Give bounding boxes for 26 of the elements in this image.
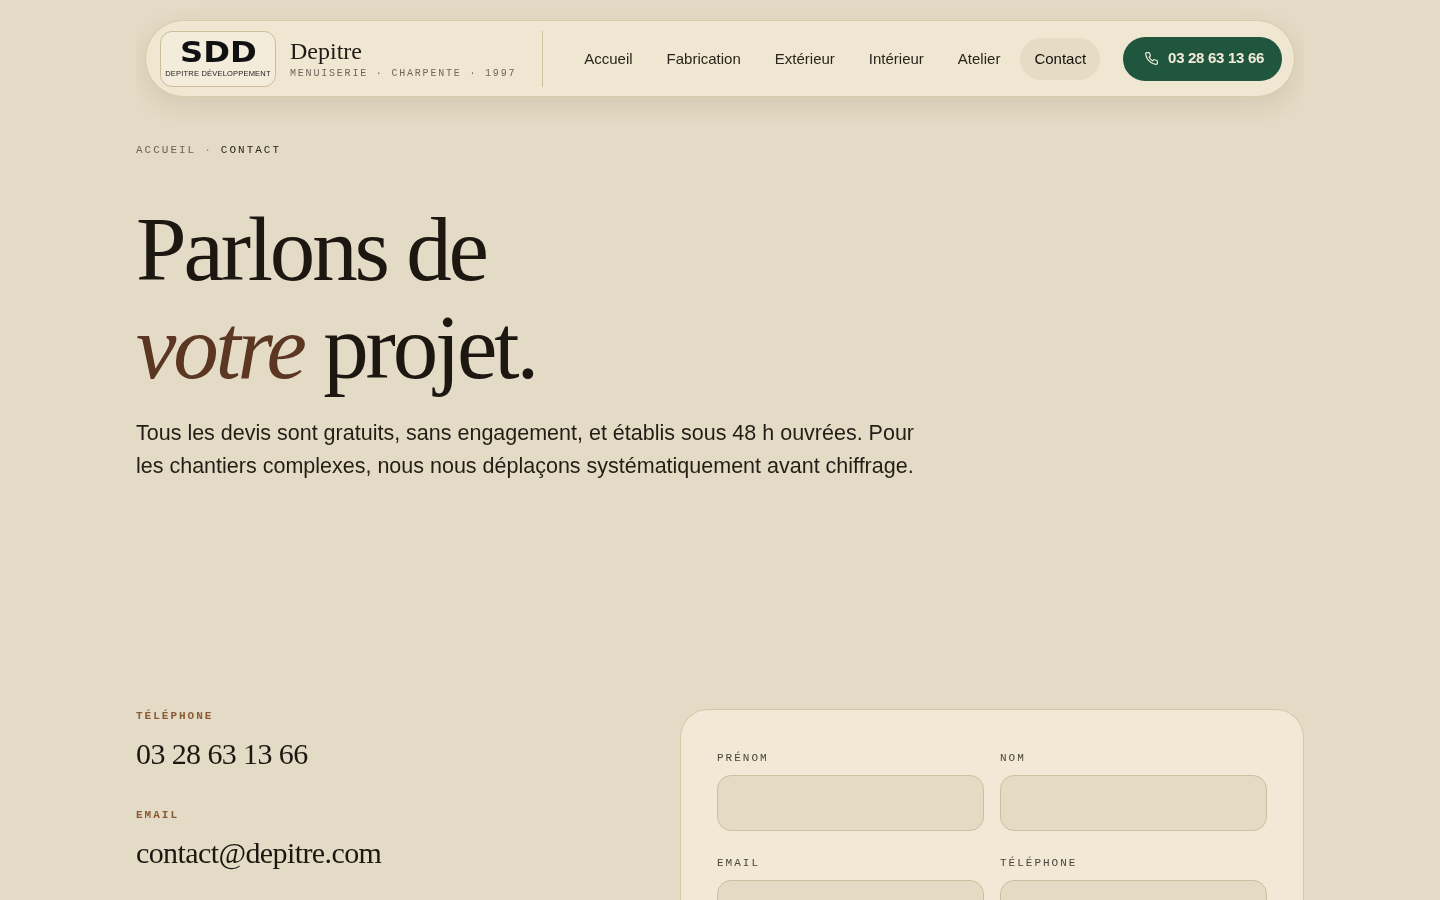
nav-link[interactable]: Fabrication: [652, 37, 755, 80]
contact-label: TÉLÉPHONE: [136, 709, 214, 723]
intro-text: Tous les devis sont gratuits, sans engagement, et établis sous 48 h ouvrées. Pour les chantiers complexes, nous nous déplaçons systématiquement avant chiffrage.: [136, 420, 916, 480]
nav-link[interactable]: Accueil: [570, 37, 647, 80]
logo-wordmark: SDD: [179, 39, 257, 68]
phone-icon: [1145, 52, 1159, 65]
breadcrumb-link[interactable]: ACCUEIL: [136, 143, 197, 157]
breadcrumb-current: CONTACT: [220, 143, 282, 157]
field-label: NOM: [1000, 751, 1026, 765]
nav-link[interactable]: Contact: [1020, 37, 1101, 80]
breadcrumb-separator: ·: [204, 143, 213, 157]
contact-value[interactable]: 03 28 63 13 66: [136, 736, 308, 772]
page-heading: Parlons de votre projet.: [136, 201, 536, 397]
brand-name: Depitre: [290, 38, 362, 63]
contact-label: EMAIL: [136, 808, 179, 822]
nav-link[interactable]: Atelier: [943, 37, 1015, 80]
field-label: TÉLÉPHONE: [1000, 856, 1078, 870]
nav-link[interactable]: Extérieur: [760, 37, 849, 80]
contact-value[interactable]: contact@depitre.com: [136, 835, 382, 871]
phone-button[interactable]: 03 28 63 13 66: [1123, 36, 1282, 81]
nav-link[interactable]: Intérieur: [854, 37, 938, 80]
brand-subtitle: MENUISERIE · CHARPENTE · 1997: [290, 68, 517, 79]
input-field[interactable]: [1000, 775, 1267, 831]
input-field[interactable]: [717, 775, 984, 831]
field-label: PRÉNOM: [717, 751, 769, 765]
field-label: EMAIL: [717, 856, 760, 870]
